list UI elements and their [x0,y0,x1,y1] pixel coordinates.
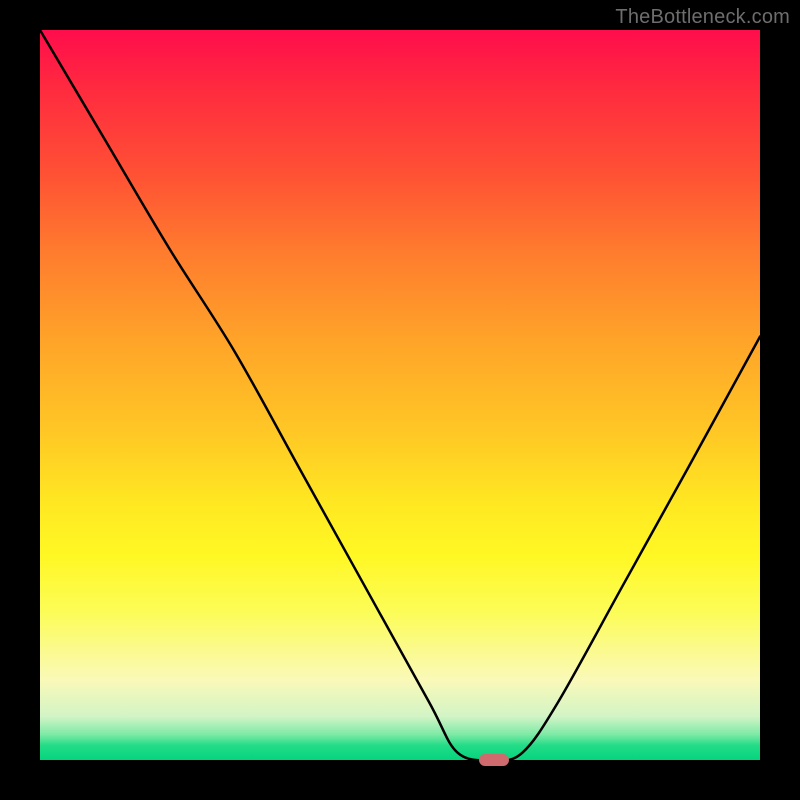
bottleneck-chart: TheBottleneck.com [0,0,800,800]
bottleneck-curve [40,30,760,760]
curve-path [40,30,760,760]
watermark-label: TheBottleneck.com [615,6,790,29]
plot-area [40,30,760,760]
optimum-marker [479,754,509,766]
